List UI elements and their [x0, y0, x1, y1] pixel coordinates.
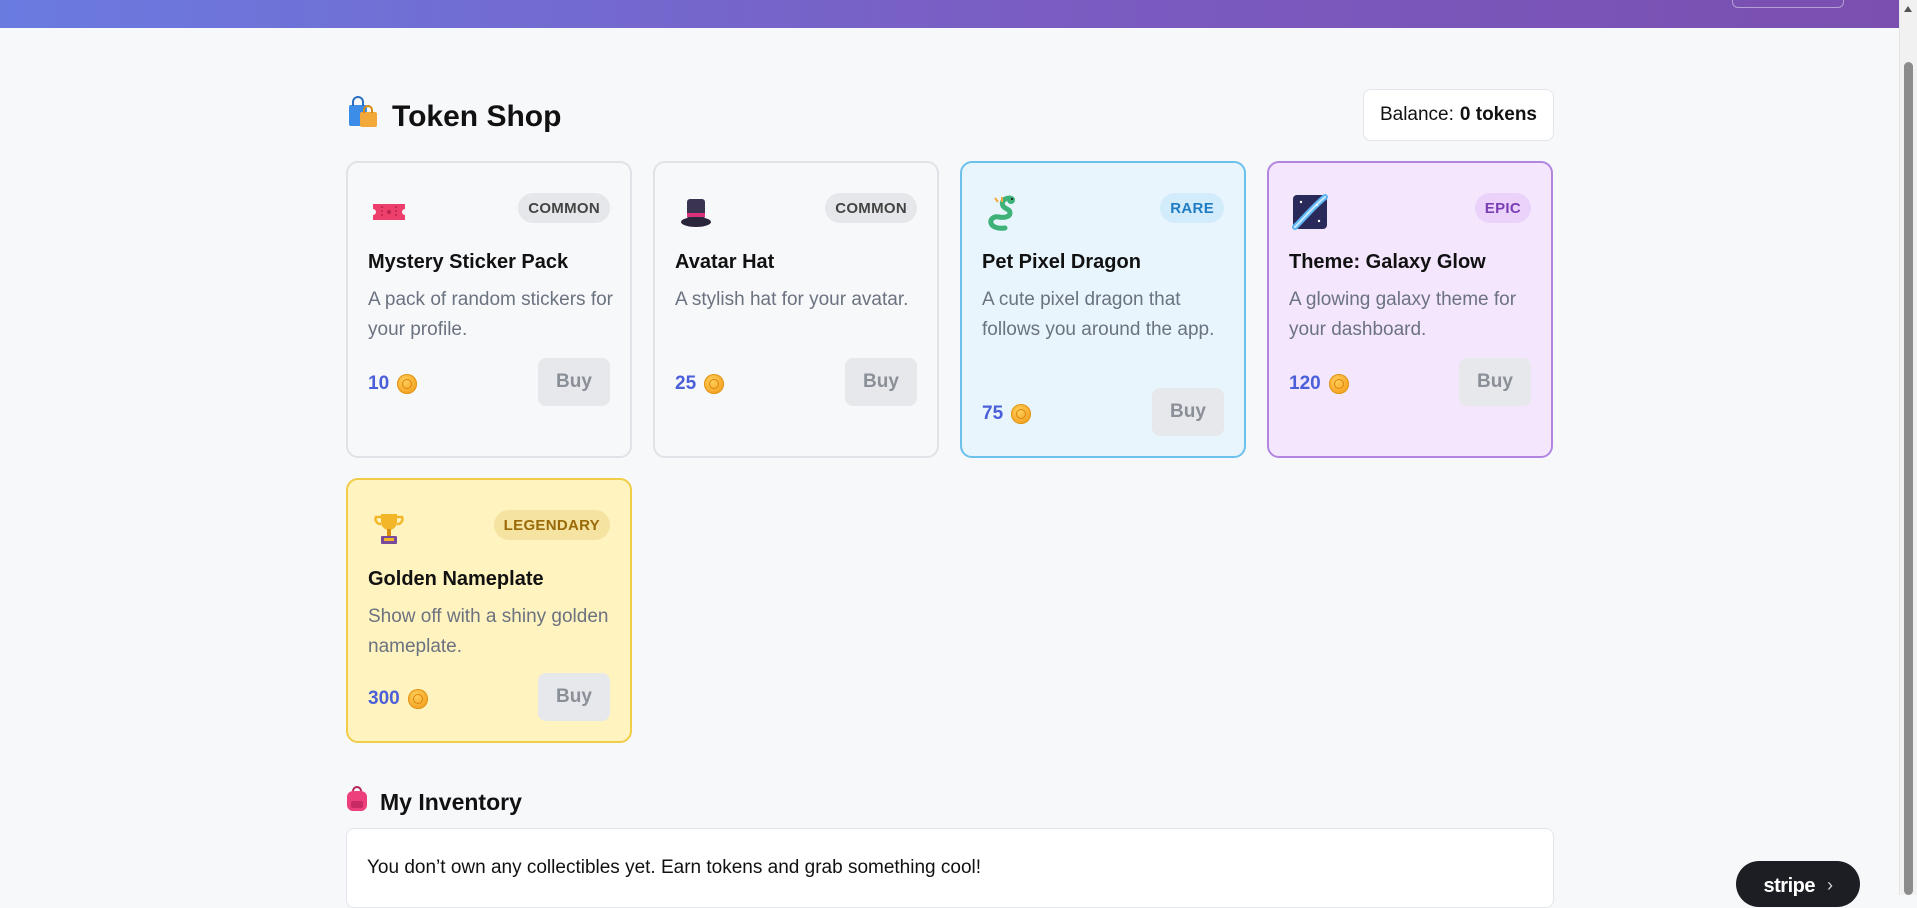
price-value: 75: [982, 403, 1004, 424]
item-name: Golden Nameplate: [368, 568, 544, 590]
chevron-right-icon: ›: [1826, 875, 1833, 895]
dragon-icon: [984, 193, 1022, 231]
balance-display: Balance: 0 tokens: [1362, 89, 1554, 141]
stripe-badge[interactable]: stripe ›: [1736, 861, 1860, 907]
item-name: Avatar Hat: [675, 251, 775, 273]
price-value: 120: [1289, 373, 1321, 394]
price-value: 10: [368, 373, 390, 394]
item-description: Show off with a shiny golden nameplate.: [368, 606, 609, 657]
app-header: [0, 0, 1900, 28]
buy-button[interactable]: Buy: [1152, 388, 1224, 436]
price-value: 300: [368, 688, 400, 709]
coin-icon: [1011, 404, 1032, 424]
item-name: Pet Pixel Dragon: [982, 251, 1141, 273]
item-price: 300: [368, 688, 428, 710]
top-hat-icon: [677, 193, 715, 231]
coin-icon: [1328, 374, 1349, 394]
buy-button[interactable]: Buy: [538, 358, 610, 406]
shop-item-card: EPIC Theme: Galaxy Glow A glowing galaxy…: [1267, 161, 1553, 458]
inventory-title-text: My Inventory: [380, 788, 522, 815]
rarity-badge: COMMON: [518, 193, 610, 223]
rarity-badge: LEGENDARY: [493, 510, 610, 540]
item-description: A stylish hat for your avatar.: [675, 289, 909, 310]
coin-icon: [397, 374, 418, 394]
rarity-badge: COMMON: [825, 193, 917, 223]
item-description: A pack of random stickers for your profi…: [368, 289, 613, 340]
buy-button[interactable]: Buy: [845, 358, 917, 406]
coin-icon: [407, 689, 428, 709]
ticket-icon: [370, 193, 408, 231]
scrollbar[interactable]: [1899, 0, 1917, 895]
item-price: 75: [982, 403, 1032, 425]
buy-button[interactable]: Buy: [1459, 358, 1531, 406]
scroll-up-icon[interactable]: [1904, 6, 1912, 12]
header-button[interactable]: [1732, 0, 1844, 8]
rarity-badge: RARE: [1160, 193, 1224, 223]
buy-button[interactable]: Buy: [538, 673, 610, 721]
shop-item-card: RARE Pet Pixel Dragon A cute pixel drago…: [960, 161, 1246, 458]
inventory-title: My Inventory: [346, 786, 522, 818]
item-price: 120: [1289, 373, 1349, 395]
rarity-badge: EPIC: [1474, 193, 1531, 223]
balance-value: 0 tokens: [1459, 104, 1537, 125]
shop-item-card: COMMON Mystery Sticker Pack A pack of ra…: [346, 161, 632, 458]
price-value: 25: [675, 373, 697, 394]
item-price: 10: [368, 373, 418, 395]
page-title: Token Shop: [346, 96, 561, 138]
backpack-icon: [346, 786, 368, 818]
item-name: Theme: Galaxy Glow: [1289, 251, 1486, 273]
item-name: Mystery Sticker Pack: [368, 251, 569, 273]
inventory-empty-message: You don’t own any collectibles yet. Earn…: [367, 857, 982, 878]
shop-header: Token Shop Balance: 0 tokens: [346, 88, 1554, 142]
item-description: A glowing galaxy theme for your dashboar…: [1289, 289, 1517, 340]
item-price: 25: [675, 373, 725, 395]
shop-item-card: COMMON Avatar Hat A stylish hat for your…: [653, 161, 939, 458]
shopping-bags-icon: [346, 96, 380, 138]
coin-icon: [704, 374, 725, 394]
shop-item-card: LEGENDARY Golden Nameplate Show off with…: [346, 478, 632, 743]
item-description: A cute pixel dragon that follows you aro…: [982, 289, 1215, 340]
inventory-panel: You don’t own any collectibles yet. Earn…: [346, 828, 1554, 908]
balance-label: Balance:: [1379, 104, 1454, 125]
milky-way-icon: [1291, 193, 1329, 231]
page-title-text: Token Shop: [392, 100, 562, 133]
scrollbar-thumb[interactable]: [1904, 62, 1913, 895]
trophy-icon: [370, 510, 408, 548]
